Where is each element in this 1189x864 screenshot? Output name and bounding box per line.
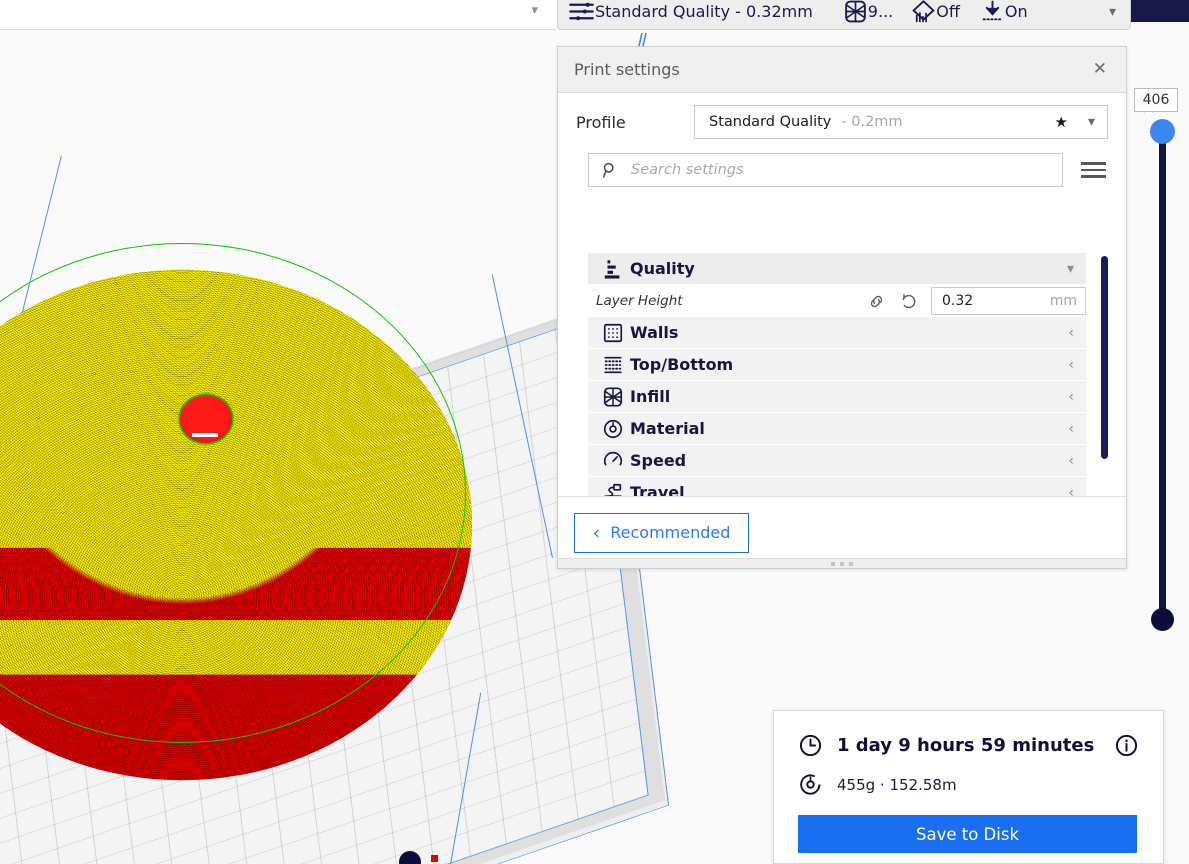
revert-icon[interactable] (900, 292, 919, 311)
profile-name: Standard Quality (709, 114, 832, 130)
chevron-left-icon[interactable]: ‹ (1068, 453, 1074, 469)
settings-list[interactable]: Quality ▾ Layer Height 0.32 mm Walls ‹ T… (588, 253, 1108, 496)
chevron-left-icon[interactable]: ‹ (1068, 485, 1074, 497)
setting-label: Layer Height (596, 293, 683, 309)
recommended-button[interactable]: ‹ Recommended (574, 512, 749, 553)
recommended-label: Recommended (610, 523, 731, 542)
model-infill-band (0, 269, 472, 548)
travel-icon (596, 482, 630, 496)
walls-icon (596, 322, 630, 344)
category-label: Travel (630, 483, 685, 496)
profile-row: Profile Standard Quality - 0.2mm ★ ▾ (558, 93, 1126, 139)
search-icon (601, 161, 619, 179)
layer-height-value: 0.32 (942, 293, 974, 309)
settings-category-speed[interactable]: Speed ‹ (588, 445, 1086, 477)
origin-marker-red (431, 855, 438, 862)
chevron-left-icon: ‹ (592, 521, 601, 544)
layer-value: 406 (1142, 92, 1170, 108)
toolbar-infill-value: 9... (867, 2, 894, 21)
print-time-row: 1 day 9 hours 59 minutes (798, 733, 1139, 758)
layer-height-input[interactable]: 0.32 mm (931, 287, 1086, 315)
top-bottom-icon (596, 354, 630, 376)
settings-category-travel[interactable]: Travel ‹ (588, 477, 1086, 496)
panel-body: Profile Standard Quality - 0.2mm ★ ▾ Sea… (558, 93, 1126, 496)
print-setup-toolbar[interactable]: Standard Quality - 0.32mm 9... Off On ▾ (557, 0, 1131, 30)
link-icon[interactable] (867, 292, 886, 311)
chevron-down-icon[interactable]: ▾ (1067, 261, 1074, 277)
quality-icon (596, 258, 630, 280)
layer-height-unit: mm (1049, 293, 1077, 309)
settings-category-quality[interactable]: Quality ▾ (588, 253, 1086, 285)
category-label: Walls (630, 323, 679, 342)
spool-icon (798, 772, 823, 797)
viewport-top-bar: ▾ (0, 0, 556, 30)
search-placeholder: Search settings (631, 162, 744, 178)
chevron-down-icon[interactable]: ▾ (1109, 4, 1120, 20)
model-center-slot (192, 433, 218, 437)
layer-slider-handle-bottom[interactable] (1151, 608, 1174, 631)
star-icon[interactable]: ★ (1055, 113, 1068, 131)
sliced-model[interactable] (0, 235, 472, 815)
layer-view-slider[interactable]: 406 (1134, 88, 1182, 648)
chevron-left-icon[interactable]: ‹ (1068, 325, 1074, 341)
search-row: Search settings (558, 139, 1126, 187)
toolbar-support-value: Off (936, 2, 960, 21)
profile-select[interactable]: Standard Quality - 0.2mm ★ ▾ (694, 105, 1108, 139)
model-layers (0, 269, 472, 781)
profile-label: Profile (576, 112, 626, 132)
chevron-down-icon[interactable]: ▾ (531, 4, 538, 17)
save-to-disk-label: Save to Disk (916, 824, 1019, 844)
model-center-hole (180, 395, 232, 443)
chevron-left-icon[interactable]: ‹ (1068, 357, 1074, 373)
infill-icon (843, 0, 868, 24)
build-plate-adhesion-icon (980, 0, 1005, 24)
category-label: Material (630, 419, 705, 438)
model-infill-band (0, 620, 472, 675)
category-label: Top/Bottom (630, 355, 734, 374)
search-input[interactable]: Search settings (588, 153, 1063, 187)
toolbar-profile-label: Standard Quality - 0.32mm (595, 2, 813, 21)
settings-category-infill[interactable]: Infill ‹ (588, 381, 1086, 413)
material-icon (596, 418, 630, 440)
save-to-disk-button[interactable]: Save to Disk (798, 815, 1137, 853)
settings-category-top-bottom[interactable]: Top/Bottom ‹ (588, 349, 1086, 381)
layer-value-tooltip: 406 (1134, 88, 1178, 118)
clock-icon (798, 733, 823, 758)
speed-icon (596, 450, 630, 472)
chevron-down-icon[interactable]: ▾ (1088, 114, 1095, 130)
material-usage-row: 455g · 152.58m (798, 772, 1139, 797)
chevron-left-icon[interactable]: ‹ (1068, 389, 1074, 405)
infill-icon (596, 386, 630, 408)
settings-category-walls[interactable]: Walls ‹ (588, 317, 1086, 349)
settings-category-material[interactable]: Material ‹ (588, 413, 1086, 445)
setting-row-layer-height[interactable]: Layer Height 0.32 mm (588, 285, 1086, 317)
panel-pointer-icon (636, 32, 650, 47)
top-right-accent-bar (1131, 0, 1189, 22)
print-time-value: 1 day 9 hours 59 minutes (837, 735, 1095, 756)
profile-sub: - 0.2mm (841, 114, 903, 130)
info-icon[interactable] (1114, 733, 1139, 758)
chevron-left-icon[interactable]: ‹ (1068, 421, 1074, 437)
material-usage-value: 455g · 152.58m (837, 775, 957, 794)
support-blocker-icon (911, 0, 936, 24)
category-label: Speed (630, 451, 687, 470)
layer-slider-handle-top[interactable] (1150, 119, 1175, 144)
close-icon[interactable]: ✕ (1088, 58, 1112, 81)
print-settings-panel[interactable]: Print settings ✕ Profile Standard Qualit… (557, 46, 1127, 569)
category-label: Infill (630, 387, 671, 406)
hamburger-menu-icon[interactable] (1079, 158, 1108, 182)
print-info-card: 1 day 9 hours 59 minutes 455g · 152.58m … (773, 710, 1164, 864)
toolbar-adhesion-value: On (1004, 2, 1028, 21)
category-label: Quality (630, 259, 695, 278)
panel-title: Print settings (574, 60, 680, 79)
layer-slider-track[interactable] (1159, 126, 1166, 621)
panel-header: Print settings ✕ (558, 47, 1126, 93)
settings-scrollbar[interactable] (1101, 256, 1108, 459)
panel-resize-grip[interactable] (558, 558, 1126, 568)
print-settings-sliders-icon (568, 0, 595, 25)
